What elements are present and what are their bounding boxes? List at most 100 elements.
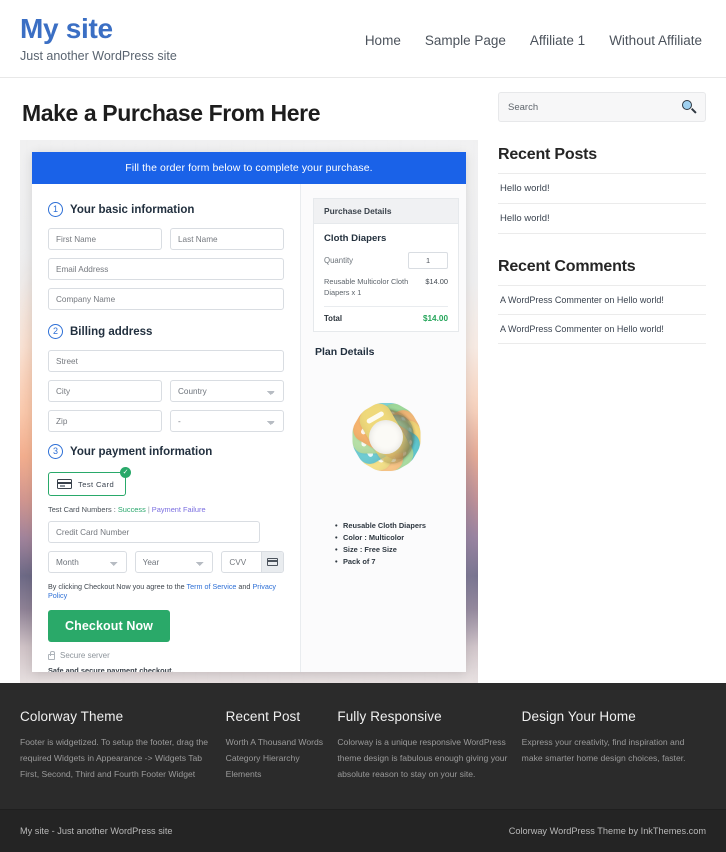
footer-widget-colorway-theme: Colorway Theme Footer is widgetized. To … <box>20 709 226 783</box>
footer-credit-right[interactable]: Colorway WordPress Theme by InkThemes.co… <box>509 826 706 836</box>
nav-item-without-affiliate[interactable]: Without Affiliate <box>609 33 702 48</box>
list-item[interactable]: Category Hierarchy <box>226 751 324 767</box>
terms-prefix: By clicking Checkout Now you agree to th… <box>48 582 187 591</box>
footer-widget-text: Colorway is a unique responsive WordPres… <box>337 737 508 780</box>
footer-widget-row: Colorway Theme Footer is widgetized. To … <box>0 683 726 810</box>
main-column: Make a Purchase From Here Fill the order… <box>20 78 480 685</box>
list-item[interactable]: Elements <box>226 767 324 783</box>
secure-server-text: Secure server <box>60 651 110 660</box>
country-select[interactable]: Country <box>170 380 284 402</box>
purchase-details-box: Purchase Details Cloth Diapers Quantity … <box>313 198 459 333</box>
city-country-row: Country <box>48 380 284 402</box>
purchase-summary-column: Purchase Details Cloth Diapers Quantity … <box>300 184 466 672</box>
site-header: My site Just another WordPress site Home… <box>0 0 726 78</box>
footer-widget-title: Design Your Home <box>521 709 636 725</box>
success-link[interactable]: Success <box>118 505 146 514</box>
summary-total-row: Total $14.00 <box>324 314 448 323</box>
site-tagline: Just another WordPress site <box>20 48 177 63</box>
credit-card-number-input[interactable] <box>48 521 260 543</box>
list-item[interactable]: Worth A Thousand Words <box>226 735 324 751</box>
step-3-label: Your payment information <box>70 445 213 458</box>
first-name-input[interactable] <box>48 228 162 250</box>
primary-navigation: Home Sample Page Affiliate 1 Without Aff… <box>365 10 706 48</box>
list-item: Color : Multicolor <box>335 532 459 544</box>
last-name-input[interactable] <box>170 228 284 250</box>
line-item-amount: $14.00 <box>425 277 448 286</box>
check-circle-icon: ✓ <box>120 467 132 478</box>
state-select[interactable]: - <box>170 410 284 432</box>
test-card-numbers-prefix: Test Card Numbers : <box>48 505 118 514</box>
search-input[interactable] <box>508 101 682 113</box>
quantity-label: Quantity <box>324 256 354 265</box>
sidebar: Recent Posts Hello world! Hello world! R… <box>480 78 706 685</box>
company-name-input[interactable] <box>48 288 284 310</box>
footer-widget-title: Fully Responsive <box>337 709 442 725</box>
cvv-card-icon[interactable] <box>261 552 284 572</box>
footer-widget-text: Express your creativity, find inspiratio… <box>521 737 686 764</box>
terms-text: By clicking Checkout Now you agree to th… <box>48 582 284 600</box>
city-input[interactable] <box>48 380 162 402</box>
checkout-banner: Fill the order form below to complete yo… <box>32 152 466 184</box>
quantity-row: Quantity <box>324 252 448 269</box>
summary-line-item: Reusable Multicolor Cloth Diapers x 1 $1… <box>324 277 448 308</box>
list-item[interactable]: A WordPress Commenter on Hello world! <box>498 286 706 315</box>
recent-comments-title: Recent Comments <box>498 258 706 286</box>
total-amount: $14.00 <box>422 314 448 324</box>
list-item[interactable]: A WordPress Commenter on Hello world! <box>498 315 706 344</box>
recent-posts-list: Hello world! Hello world! <box>498 174 706 234</box>
list-item[interactable]: Hello world! <box>498 174 706 204</box>
safe-checkout-note: Safe and secure payment checkout. <box>48 666 174 672</box>
footer-widget-fully-responsive: Fully Responsive Colorway is a unique re… <box>337 709 521 783</box>
recent-posts-title: Recent Posts <box>498 146 706 174</box>
credit-card-icon <box>57 479 72 489</box>
street-input[interactable] <box>48 350 284 372</box>
checkout-now-button[interactable]: Checkout Now <box>48 610 171 642</box>
zip-state-row: - <box>48 410 284 432</box>
payment-method-wrapper: Test Card ✓ <box>48 467 132 496</box>
footer-bottom-bar: My site - Just another WordPress site Co… <box>0 810 726 852</box>
site-footer: Colorway Theme Footer is widgetized. To … <box>0 683 726 852</box>
test-card-label: Test Card <box>78 479 115 489</box>
search-icon[interactable] <box>682 100 697 114</box>
email-input[interactable] <box>48 258 284 280</box>
footer-widget-title: Recent Post <box>225 709 301 725</box>
nav-item-home[interactable]: Home <box>365 33 401 48</box>
search-widget[interactable] <box>498 92 706 122</box>
test-card-method-button[interactable]: Test Card <box>48 472 127 496</box>
terms-middle: and <box>236 582 253 591</box>
plan-details-bullets: Reusable Cloth Diapers Color : Multicolo… <box>335 520 459 567</box>
step-3-heading: 3 Your payment information <box>48 444 284 459</box>
site-title[interactable]: My site <box>20 13 177 45</box>
payment-failure-link[interactable]: Payment Failure <box>152 505 206 514</box>
lock-icon <box>48 650 55 660</box>
expiry-year-select[interactable]: Year <box>134 551 214 573</box>
list-item[interactable]: Hello world! <box>498 204 706 234</box>
test-card-numbers-line: Test Card Numbers : Success | Payment Fa… <box>48 505 284 514</box>
zip-input[interactable] <box>48 410 162 432</box>
expiry-cvv-row: Month Year <box>48 551 285 573</box>
footer-widget-title: Colorway Theme <box>20 709 124 725</box>
step-3-number: 3 <box>48 444 63 459</box>
expiry-month-select[interactable]: Month <box>48 551 127 573</box>
site-branding[interactable]: My site Just another WordPress site <box>20 10 177 63</box>
step-2-number: 2 <box>48 324 63 339</box>
terms-of-service-link[interactable]: Term of Service <box>187 582 237 591</box>
secure-server-row: Secure server <box>48 650 284 660</box>
footer-widget-text: Footer is widgetized. To setup the foote… <box>20 737 209 780</box>
step-1-number: 1 <box>48 202 63 217</box>
checkout-form-column: 1 Your basic information 2 <box>32 184 300 672</box>
content-wrapper: Make a Purchase From Here Fill the order… <box>0 78 726 685</box>
step-1-label: Your basic information <box>70 203 195 216</box>
quantity-input[interactable] <box>408 252 448 269</box>
nav-item-affiliate-1[interactable]: Affiliate 1 <box>530 33 585 48</box>
list-item: Size : Free Size <box>335 544 459 556</box>
step-1-heading: 1 Your basic information <box>48 202 284 217</box>
footer-widget-design-your-home: Design Your Home Express your creativity… <box>522 709 706 783</box>
name-field-row <box>48 228 284 250</box>
summary-product-name: Cloth Diapers <box>324 233 387 244</box>
list-item: Reusable Cloth Diapers <box>335 520 459 532</box>
purchase-details-heading: Purchase Details <box>314 199 458 224</box>
footer-copyright-left: My site - Just another WordPress site <box>20 826 173 836</box>
nav-item-sample-page[interactable]: Sample Page <box>425 33 506 48</box>
plan-details-title: Plan Details <box>315 346 375 359</box>
